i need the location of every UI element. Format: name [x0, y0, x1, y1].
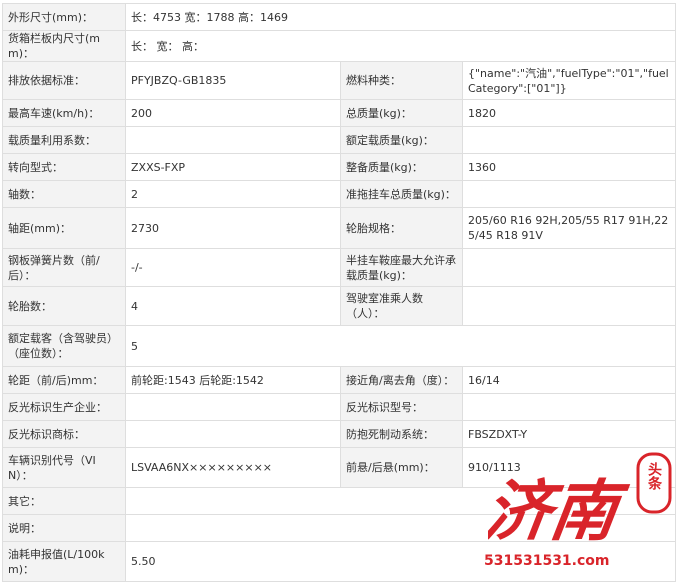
- watermark-url: 531531531.com: [484, 553, 610, 569]
- label-tire-count: 轮胎数：: [2, 286, 126, 326]
- label-emission-standard: 排放依据标准：: [2, 61, 126, 100]
- table-row: 钢板弹簧片数（前/后）： -/- 半挂车鞍座最大允许承载质量(kg)：: [2, 248, 677, 287]
- table-row: 轴距(mm)： 2730 轮胎规格： 205/60 R16 92H,205/55…: [2, 207, 677, 249]
- value-reflector-maker: [125, 393, 341, 421]
- value-vin: LSVAA6NX×××××××××: [125, 447, 341, 488]
- table-row: 轮胎数： 4 驾驶室准乘人数（人）：: [2, 286, 677, 326]
- label-reflector-maker: 反光标识生产企业：: [2, 393, 126, 421]
- value-fuel-type: {"name":"汽油","fuelType":"01","fuelCatego…: [461, 61, 677, 100]
- value-saddle-load: [461, 248, 677, 287]
- label-reflector-model: 反光标识型号：: [340, 393, 463, 421]
- label-track-width: 轮距（前/后)mm：: [2, 366, 126, 394]
- label-wheelbase: 轴距(mm)：: [2, 207, 126, 249]
- value-steering-type: ZXXS-FXP: [125, 153, 341, 181]
- value-tire-count: 4: [125, 286, 341, 326]
- label-axle-count: 轴数：: [2, 180, 126, 208]
- value-rated-load: [461, 126, 677, 154]
- label-cab-capacity: 驾驶室准乘人数（人）：: [340, 286, 463, 326]
- table-row: 额定载客（含驾驶员）（座位数）： 5: [2, 325, 677, 367]
- value-overall-dimensions: 长：4753 宽：1788 高：1469: [124, 3, 677, 31]
- label-cargo-box-dimensions: 货箱栏板内尺寸(mm)：: [2, 30, 126, 62]
- table-row: 轮距（前/后)mm： 前轮距:1543 后轮距:1542 接近角/离去角（度）：…: [2, 366, 677, 394]
- label-rated-load: 额定载质量(kg)：: [340, 126, 463, 154]
- table-row: 货箱栏板内尺寸(mm)： 长： 宽： 高：: [2, 30, 677, 62]
- label-vin: 车辆识别代号（VIN）：: [2, 447, 126, 488]
- value-rated-seats: 5: [124, 325, 677, 367]
- value-tire-spec: 205/60 R16 92H,205/55 R17 91H,225/45 R18…: [461, 207, 677, 249]
- table-row: 排放依据标准： PFYJBZQ-GB1835 燃料种类： {"name":"汽油…: [2, 61, 677, 100]
- label-overhang: 前悬/后悬(mm)：: [340, 447, 463, 488]
- label-approach-departure-angle: 接近角/离去角（度）：: [340, 366, 463, 394]
- value-approach-departure-angle: 16/14: [461, 366, 677, 394]
- label-notes: 说明：: [2, 514, 126, 542]
- value-cargo-box-dimensions: 长： 宽： 高：: [124, 30, 677, 62]
- label-trailer-mass: 准拖挂车总质量(kg)：: [340, 180, 463, 208]
- value-axle-count: 2: [125, 180, 341, 208]
- value-wheelbase: 2730: [125, 207, 341, 249]
- label-rated-seats: 额定载客（含驾驶员）（座位数）：: [2, 325, 126, 367]
- label-tire-spec: 轮胎规格：: [340, 207, 463, 249]
- value-leaf-springs: -/-: [125, 248, 341, 287]
- label-overall-dimensions: 外形尺寸(mm)：: [2, 3, 126, 31]
- label-curb-mass: 整备质量(kg)：: [340, 153, 463, 181]
- table-row: 反光标识生产企业： 反光标识型号：: [2, 393, 677, 421]
- value-reflector-model: [461, 393, 677, 421]
- label-fuel-type: 燃料种类：: [340, 61, 463, 100]
- value-cab-capacity: [461, 286, 677, 326]
- value-abs: FBSZDXT-Y: [461, 420, 677, 448]
- value-reflector-brand: [125, 420, 341, 448]
- label-max-speed: 最高车速(km/h)：: [2, 99, 126, 127]
- label-fuel-consumption: 油耗申报值(L/100km)：: [2, 541, 126, 582]
- table-row: 外形尺寸(mm)： 长：4753 宽：1788 高：1469: [2, 3, 677, 31]
- table-row: 最高车速(km/h)： 200 总质量(kg)： 1820: [2, 99, 677, 127]
- label-abs: 防抱死制动系统：: [340, 420, 463, 448]
- label-leaf-springs: 钢板弹簧片数（前/后）：: [2, 248, 126, 287]
- value-gross-mass: 1820: [461, 99, 677, 127]
- value-trailer-mass: [461, 180, 677, 208]
- value-track-width: 前轮距:1543 后轮距:1542: [125, 366, 341, 394]
- watermark-brand-text: 济南: [488, 472, 633, 550]
- table-row: 转向型式： ZXXS-FXP 整备质量(kg)： 1360: [2, 153, 677, 181]
- value-load-utilization: [125, 126, 341, 154]
- table-row: 反光标识商标： 防抱死制动系统： FBSZDXT-Y: [2, 420, 677, 448]
- label-gross-mass: 总质量(kg)：: [340, 99, 463, 127]
- value-curb-mass: 1360: [461, 153, 677, 181]
- label-load-utilization: 载质量利用系数：: [2, 126, 126, 154]
- watermark-tag-text: 头条: [646, 461, 663, 491]
- value-max-speed: 200: [125, 99, 341, 127]
- label-steering-type: 转向型式：: [2, 153, 126, 181]
- label-saddle-load: 半挂车鞍座最大允许承载质量(kg)：: [340, 248, 463, 287]
- table-row: 轴数： 2 准拖挂车总质量(kg)：: [2, 180, 677, 208]
- label-other: 其它：: [2, 487, 126, 515]
- label-reflector-brand: 反光标识商标：: [2, 420, 126, 448]
- table-row: 载质量利用系数： 额定载质量(kg)：: [2, 126, 677, 154]
- value-emission-standard: PFYJBZQ-GB1835: [125, 61, 341, 100]
